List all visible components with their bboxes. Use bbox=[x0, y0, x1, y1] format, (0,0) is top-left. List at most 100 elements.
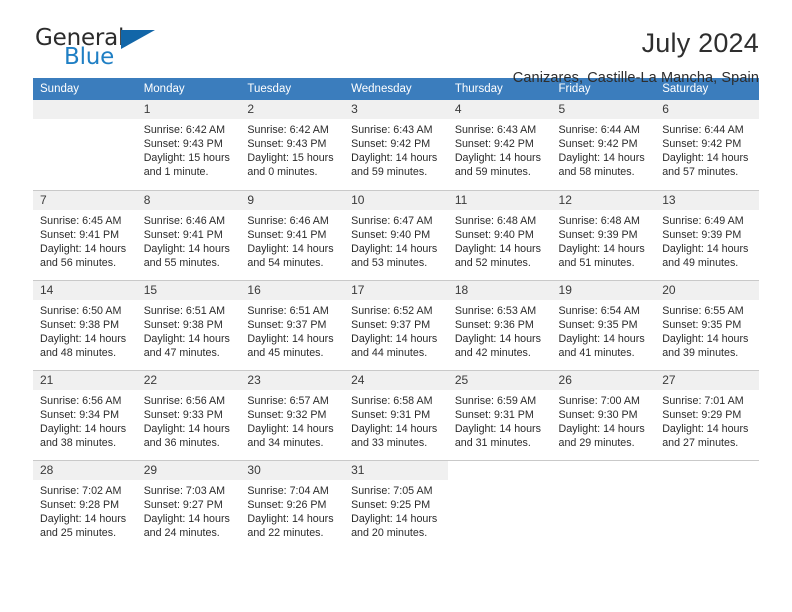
daylight-duration-line1: Daylight: 14 hours bbox=[662, 422, 749, 435]
sunrise-time: Sunrise: 7:02 AM bbox=[40, 484, 122, 497]
daylight-duration-line2: and 51 minutes. bbox=[558, 256, 635, 269]
calendar-day-cell[interactable]: 7 Sunrise: 6:45 AM Sunset: 9:41 PM Daylight… bbox=[33, 189, 137, 280]
daylight-duration-line1: Daylight: 14 hours bbox=[247, 242, 334, 255]
calendar-day-cell[interactable]: 24 Sunrise: 6:58 AM Sunset: 9:31 PM Dayligh… bbox=[344, 369, 448, 460]
daylight-duration-line1: Daylight: 14 hours bbox=[247, 512, 334, 525]
sunrise-time: Sunrise: 6:43 AM bbox=[454, 124, 537, 136]
daylight-duration-line2: and 57 minutes. bbox=[662, 166, 739, 179]
day-number: 21 bbox=[33, 370, 137, 390]
calendar-day-cell[interactable]: 19 Sunrise: 6:54 AM Sunset: 9:35 PM Dayligh… bbox=[551, 279, 656, 370]
day-details: Sunrise: 7:05 AM Sunset: 9:25 PM Daylight:… bbox=[344, 480, 448, 540]
day-details: Sunrise: 7:01 AM Sunset: 9:29 PM Daylight:… bbox=[655, 390, 759, 450]
daylight-duration-line2: and 1 minute. bbox=[143, 166, 209, 179]
day-details: Sunrise: 6:44 AM Sunset: 9:42 PM Daylight:… bbox=[552, 119, 656, 179]
day-number: 13 bbox=[655, 190, 759, 210]
calendar-day-cell[interactable]: 13 Sunrise: 6:49 AM Sunset: 9:39 PM Dayligh… bbox=[655, 189, 759, 280]
calendar-day-cell[interactable]: 28 Sunrise: 7:02 AM Sunset: 9:28 PM Dayligh… bbox=[33, 459, 137, 550]
calendar-day-cell[interactable]: 18 Sunrise: 6:53 AM Sunset: 9:36 PM Dayligh… bbox=[447, 279, 552, 370]
daylight-duration-line2: and 39 minutes. bbox=[662, 346, 739, 359]
daylight-duration-line2: and 22 minutes. bbox=[247, 526, 324, 539]
day-number: 5 bbox=[551, 100, 656, 119]
day-number: 23 bbox=[240, 370, 345, 390]
sunset-time: Sunset: 9:39 PM bbox=[662, 228, 742, 241]
calendar-day-cell[interactable]: 11 Sunrise: 6:48 AM Sunset: 9:40 PM Dayligh… bbox=[447, 189, 552, 280]
day-number: 12 bbox=[551, 190, 656, 210]
daylight-duration-line1: Daylight: 14 hours bbox=[351, 242, 438, 255]
daylight-duration-line1: Daylight: 14 hours bbox=[247, 422, 334, 435]
daylight-duration-line1: Daylight: 14 hours bbox=[40, 422, 127, 435]
calendar-day-cell[interactable]: 3 Sunrise: 6:43 AM Sunset: 9:42 PM Daylight… bbox=[344, 100, 448, 190]
day-number: 22 bbox=[136, 370, 241, 390]
day-details: Sunrise: 6:51 AM Sunset: 9:37 PM Daylight:… bbox=[240, 300, 344, 360]
sunrise-time: Sunrise: 6:42 AM bbox=[247, 124, 329, 136]
calendar-day-cell[interactable]: 20 Sunrise: 6:55 AM Sunset: 9:35 PM Dayligh… bbox=[655, 279, 759, 370]
day-details: Sunrise: 6:54 AM Sunset: 9:35 PM Daylight:… bbox=[552, 300, 656, 360]
sunset-time: Sunset: 9:35 PM bbox=[662, 318, 742, 331]
sunrise-time: Sunrise: 6:48 AM bbox=[558, 214, 640, 227]
sunset-time: Sunset: 9:27 PM bbox=[143, 498, 223, 511]
calendar-day-cell[interactable]: 17 Sunrise: 6:52 AM Sunset: 9:37 PM Dayligh… bbox=[344, 279, 448, 370]
daylight-duration-line1: Daylight: 14 hours bbox=[40, 512, 127, 525]
daylight-duration-line1: Daylight: 14 hours bbox=[662, 152, 749, 165]
sunrise-time: Sunrise: 6:50 AM bbox=[40, 304, 122, 317]
sunset-time: Sunset: 9:31 PM bbox=[351, 408, 431, 421]
calendar-day-cell[interactable]: 5 Sunrise: 6:44 AM Sunset: 9:42 PM Daylight… bbox=[551, 100, 656, 190]
day-number: 19 bbox=[551, 280, 656, 300]
day-number: 29 bbox=[136, 460, 241, 480]
daylight-duration-line1: Daylight: 14 hours bbox=[351, 422, 438, 435]
calendar-day-cell[interactable]: 26 Sunrise: 7:00 AM Sunset: 9:30 PM Dayligh… bbox=[551, 369, 656, 460]
day-number: 18 bbox=[447, 280, 552, 300]
general-blue-logo[interactable]: General Blue bbox=[33, 27, 163, 79]
day-number: 8 bbox=[136, 190, 241, 210]
sunrise-time: Sunrise: 6:59 AM bbox=[454, 394, 537, 407]
day-details: Sunrise: 6:56 AM Sunset: 9:33 PM Daylight:… bbox=[137, 390, 241, 450]
calendar-day-cell[interactable]: 21 Sunrise: 6:56 AM Sunset: 9:34 PM Dayligh… bbox=[33, 369, 137, 460]
sunrise-time: Sunrise: 6:42 AM bbox=[143, 124, 226, 136]
calendar-day-cell[interactable]: 23 Sunrise: 6:57 AM Sunset: 9:32 PM Dayligh… bbox=[240, 369, 345, 460]
daylight-duration-line2: and 53 minutes. bbox=[351, 256, 428, 269]
calendar-day-cell[interactable]: 27 Sunrise: 7:01 AM Sunset: 9:29 PM Dayligh… bbox=[655, 369, 759, 460]
daylight-duration-line1: Daylight: 14 hours bbox=[351, 152, 438, 165]
day-details: Sunrise: 6:46 AM Sunset: 9:41 PM Daylight:… bbox=[137, 210, 241, 270]
sunrise-time: Sunrise: 6:49 AM bbox=[662, 214, 744, 227]
sunrise-time: Sunrise: 6:48 AM bbox=[454, 214, 537, 227]
calendar-day-cell[interactable]: 25 Sunrise: 6:59 AM Sunset: 9:31 PM Dayligh… bbox=[447, 369, 552, 460]
sunrise-time: Sunrise: 6:45 AM bbox=[40, 214, 122, 227]
calendar-day-cell[interactable]: 10 Sunrise: 6:47 AM Sunset: 9:40 PM Dayligh… bbox=[344, 189, 448, 280]
daylight-duration-line2: and 52 minutes. bbox=[454, 256, 531, 269]
day-number: 15 bbox=[136, 280, 241, 300]
calendar-day-cell[interactable]: 4 Sunrise: 6:43 AM Sunset: 9:42 PM Daylight… bbox=[447, 100, 552, 190]
daylight-duration-line1: Daylight: 14 hours bbox=[40, 332, 127, 345]
calendar-day-cell[interactable]: 8 Sunrise: 6:46 AM Sunset: 9:41 PM Daylight… bbox=[136, 189, 241, 280]
daylight-duration-line1: Daylight: 14 hours bbox=[662, 332, 749, 345]
day-number: 25 bbox=[447, 370, 552, 390]
calendar-day-cell[interactable]: 14 Sunrise: 6:50 AM Sunset: 9:38 PM Dayligh… bbox=[33, 279, 137, 370]
calendar-day-cell[interactable]: 16 Sunrise: 6:51 AM Sunset: 9:37 PM Dayligh… bbox=[240, 279, 345, 370]
sunset-time: Sunset: 9:40 PM bbox=[454, 228, 534, 241]
sunset-time: Sunset: 9:42 PM bbox=[662, 138, 742, 151]
calendar-day-cell[interactable]: 15 Sunrise: 6:51 AM Sunset: 9:38 PM Dayligh… bbox=[136, 279, 241, 370]
sunrise-time: Sunrise: 6:53 AM bbox=[454, 304, 537, 317]
calendar-day-cell[interactable]: 6 Sunrise: 6:44 AM Sunset: 9:42 PM Daylight… bbox=[655, 100, 759, 190]
daylight-duration-line1: Daylight: 14 hours bbox=[454, 332, 541, 345]
calendar-day-cell[interactable]: 2 Sunrise: 6:42 AM Sunset: 9:43 PM Daylight… bbox=[240, 100, 345, 190]
daylight-duration-line1: Daylight: 14 hours bbox=[143, 332, 230, 345]
day-number: 9 bbox=[240, 190, 345, 210]
calendar-day-cell[interactable]: 9 Sunrise: 6:46 AM Sunset: 9:41 PM Daylight… bbox=[240, 189, 345, 280]
sunset-time: Sunset: 9:41 PM bbox=[40, 228, 120, 241]
daylight-duration-line1: Daylight: 14 hours bbox=[40, 242, 127, 255]
triangle-flag-icon bbox=[121, 30, 155, 49]
calendar-day-cell[interactable]: 31 Sunrise: 7:05 AM Sunset: 9:25 PM Dayligh… bbox=[344, 459, 448, 550]
calendar-empty-cell bbox=[551, 459, 656, 550]
calendar-day-cell[interactable]: 30 Sunrise: 7:04 AM Sunset: 9:26 PM Dayligh… bbox=[240, 459, 345, 550]
day-details: Sunrise: 6:43 AM Sunset: 9:42 PM Daylight:… bbox=[448, 119, 552, 179]
sunrise-time: Sunrise: 6:51 AM bbox=[143, 304, 226, 317]
daylight-duration-line1: Daylight: 14 hours bbox=[454, 152, 541, 165]
sunrise-time: Sunrise: 6:56 AM bbox=[40, 394, 122, 407]
calendar-day-cell[interactable]: 1 Sunrise: 6:42 AM Sunset: 9:43 PM Daylight… bbox=[136, 100, 241, 190]
daylight-duration-line2: and 29 minutes. bbox=[558, 436, 635, 449]
day-details: Sunrise: 7:00 AM Sunset: 9:30 PM Daylight:… bbox=[552, 390, 656, 450]
calendar-day-cell[interactable]: 29 Sunrise: 7:03 AM Sunset: 9:27 PM Dayligh… bbox=[136, 459, 241, 550]
calendar-day-cell[interactable]: 12 Sunrise: 6:48 AM Sunset: 9:39 PM Dayligh… bbox=[551, 189, 656, 280]
calendar-day-cell[interactable]: 22 Sunrise: 6:56 AM Sunset: 9:33 PM Dayligh… bbox=[136, 369, 241, 460]
